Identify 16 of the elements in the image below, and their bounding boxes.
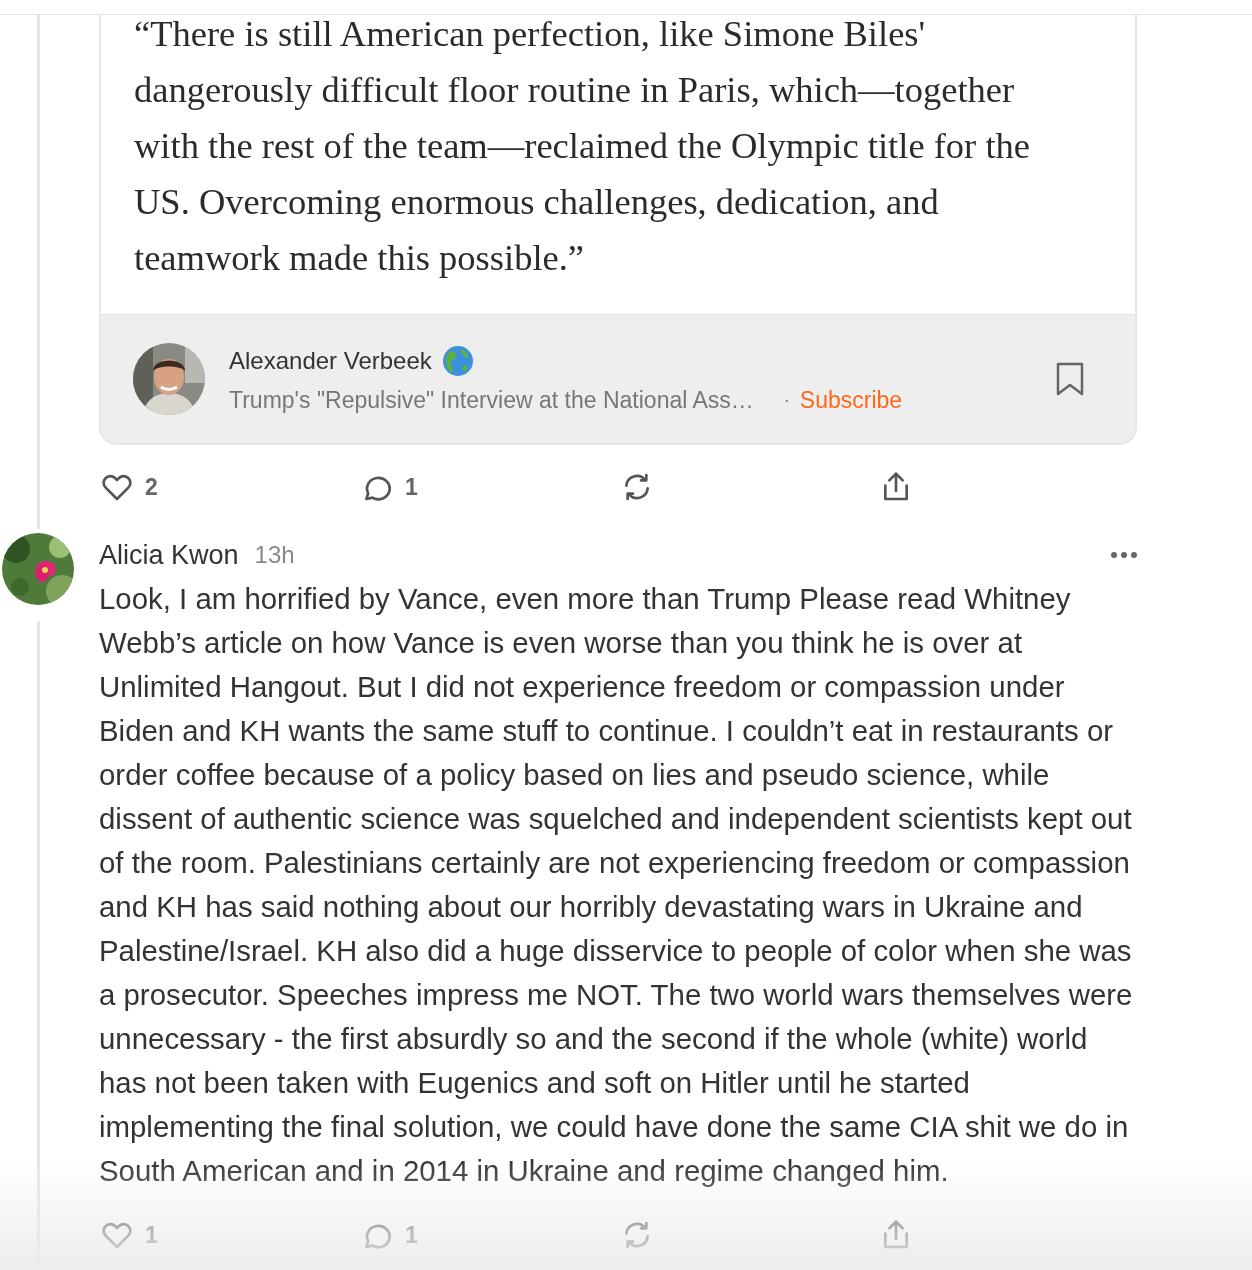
post-title: Trump's "Repulsive" Interview at the National Ass…	[229, 386, 754, 414]
author-name: Alexander Verbeek	[229, 346, 432, 375]
comment-text: Look, I am horrified by Vance, even more than Trump Please read Whitney Webb’s article on how Vance is even worse than you think he is over at Unlimited Hangout. But I did not experience freedom or compassion under Biden and KH wants the same stuff to continue. I couldn’t eat in restaurants or order coffee because of a policy based on lies and pseudo science, while dissent of authentic science was squelched and independent scientists kept out of the room. Palestinians certainly are not experiencing freedom or compassion and KH has said nothing about our horribly devastating wars in Ukraine and Palestine/Israel. KH also did a huge disservice to people of color when she was a prosecutor. Speeches impress me NOT. The two world wars themselves were unnecessary - the first absurdly so and the second if the whole (white) world has not been taken with Eugenics and soft on Hitler until he started implementing the final solution, we could have done the same CIA shit we do in South American and in 2014 in Ukraine and regime changed him.	[99, 581, 1134, 1189]
more-options-icon[interactable]	[1111, 552, 1137, 558]
heart-icon	[101, 1220, 133, 1250]
share-icon	[881, 471, 911, 503]
like-button[interactable]: 2	[99, 470, 160, 504]
heart-icon	[101, 472, 133, 502]
comment-time: 13h	[254, 541, 295, 569]
share-icon	[881, 1219, 911, 1251]
quote-text: “There is still American perfection, like Simone Biles' dangerously difficult floor routine in Paris, which—together with the rest of the team—reclaimed the Olympic title for the US. Overcoming enormous challenges, dedication, and teamwork made this possible.”	[133, 14, 1031, 280]
globe-icon	[441, 344, 474, 377]
separator-dot: ·	[783, 389, 790, 411]
bookmark-icon[interactable]	[1055, 361, 1085, 397]
comment-button[interactable]: 1	[359, 470, 420, 504]
commenter-name[interactable]: Alicia Kwon	[99, 539, 239, 571]
